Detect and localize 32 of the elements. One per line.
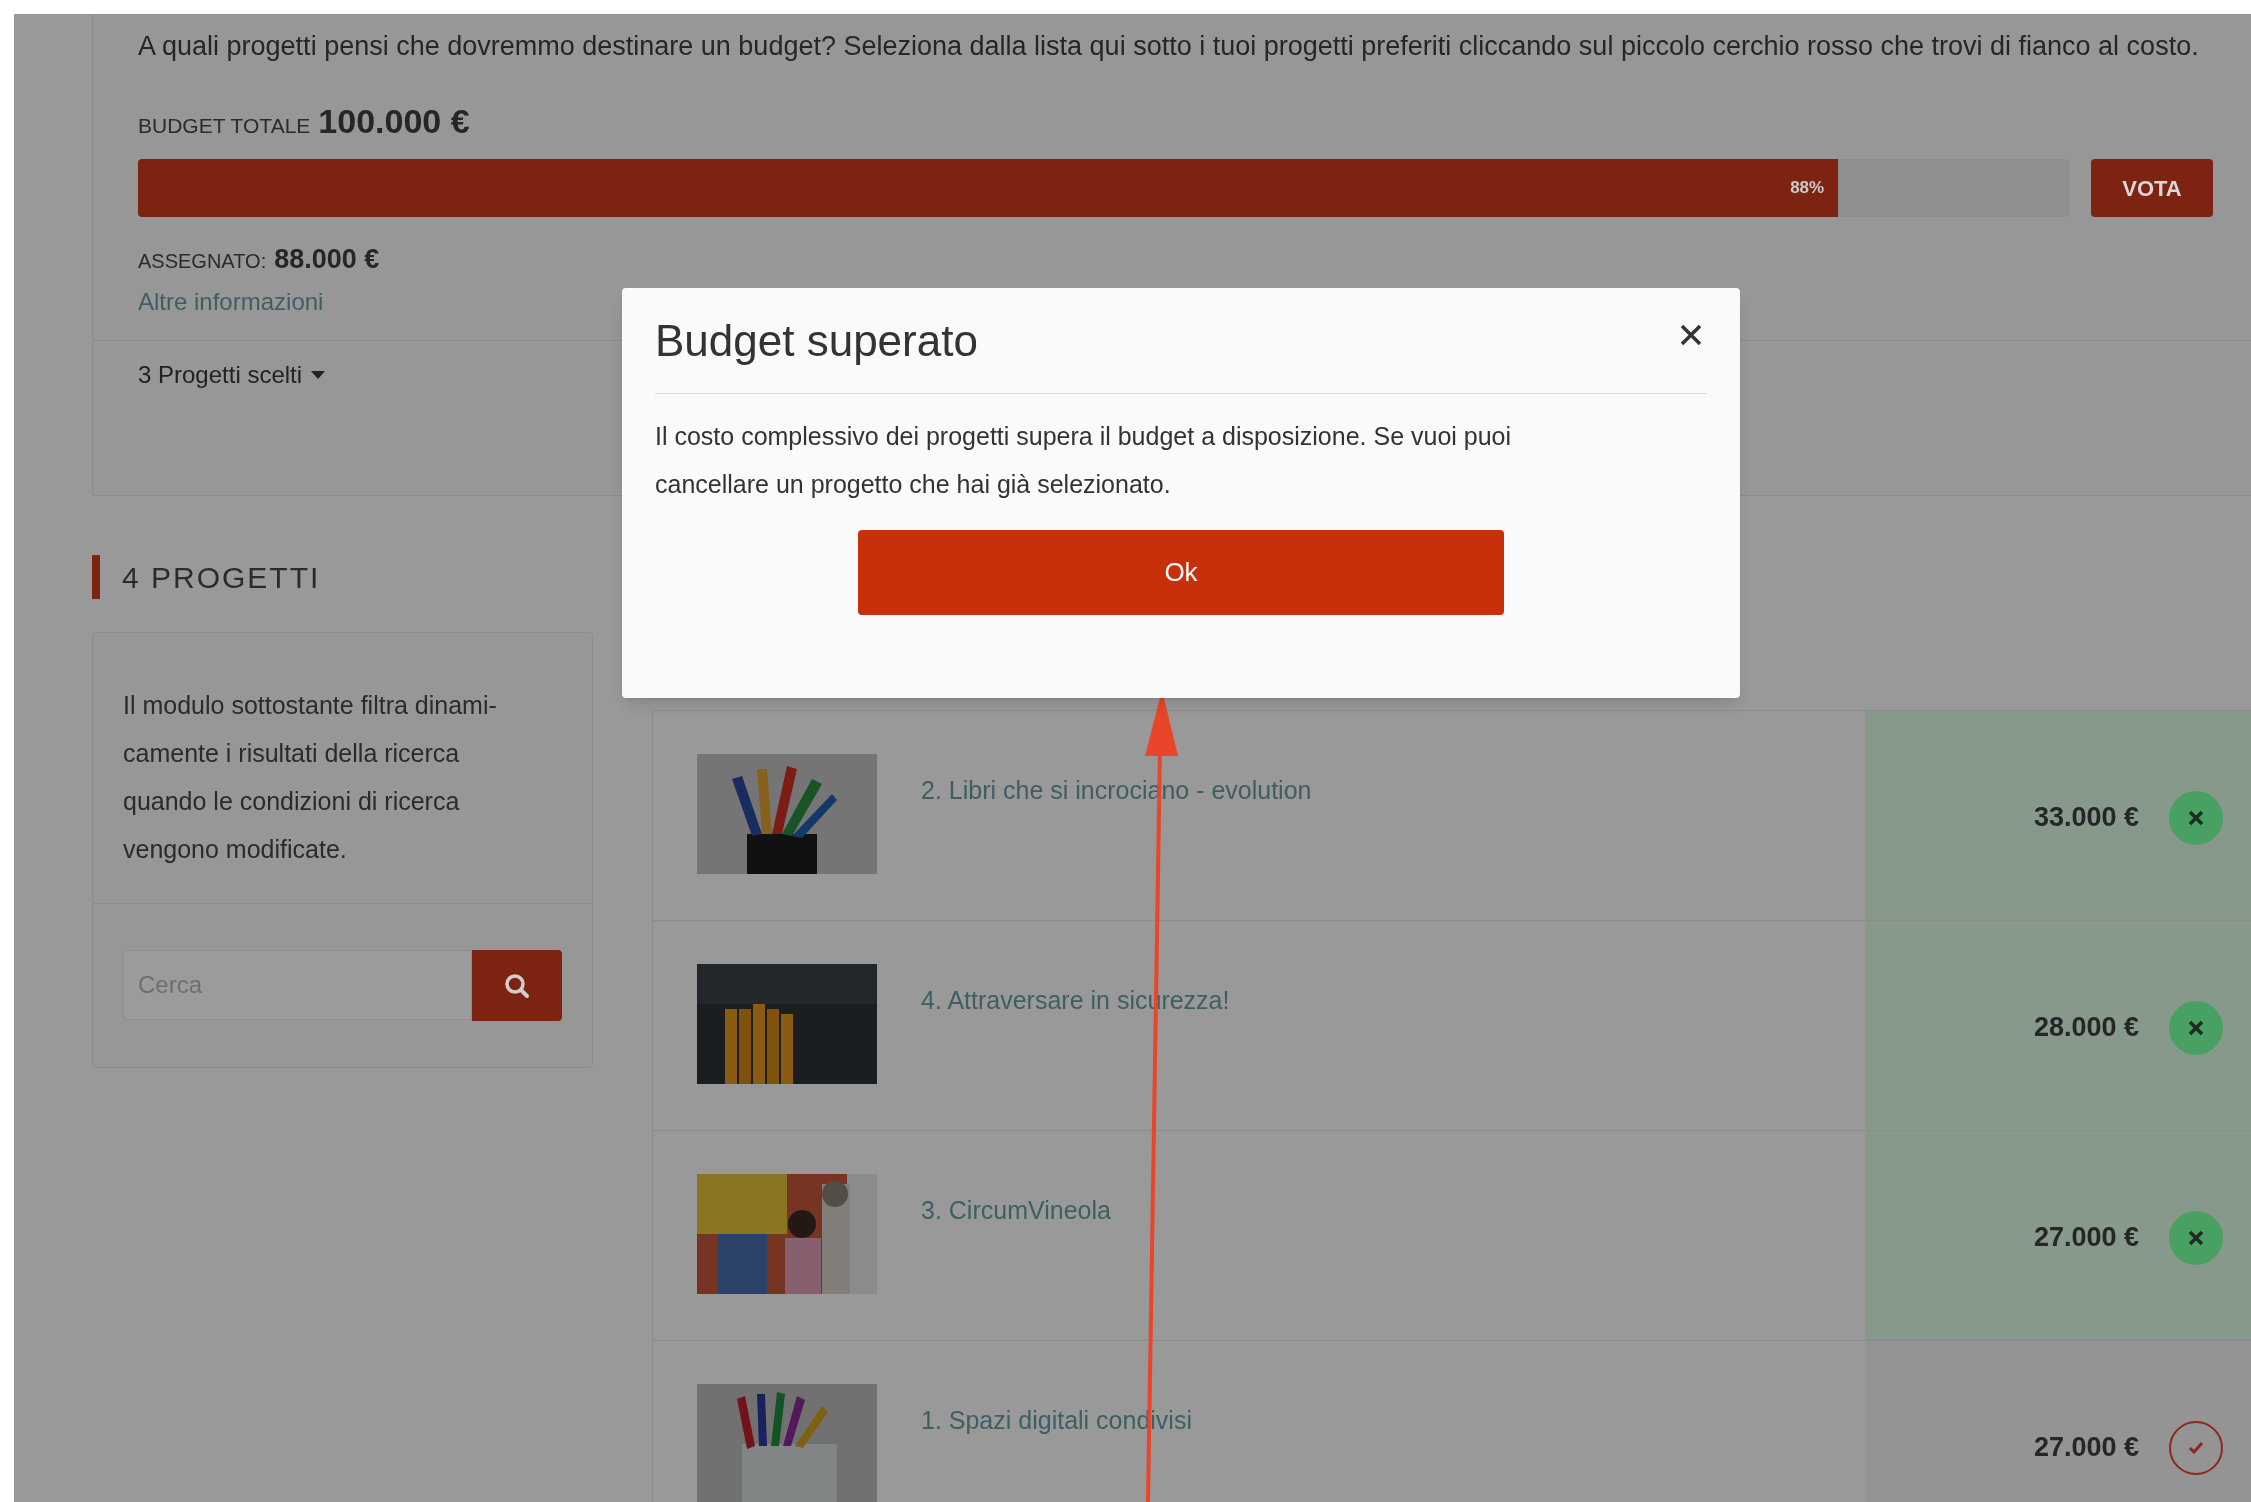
price-text: 27.000 € [2033,1221,2139,1255]
close-icon [1679,322,1703,347]
chosen-projects-dropdown[interactable]: 3 Progetti scelti [138,356,327,393]
project-title-link[interactable]: 3. CircumVineola [921,1192,1111,1230]
caret-icon [310,369,327,380]
dialog-message: Il costo complessivo dei progetti supera il budget a disposizione. Se vuoi puoi cancellare un progetto che hai già selezionato. [655,421,1513,500]
heading-accent-bar [92,555,100,599]
price-text: 33.000 € [2033,801,2139,835]
dialog-title: Budget superato [655,314,978,367]
intro-text: A quali progetti pensi che dovremmo destinare un budget? Seleziona dalla lista qui sotto i tuoi progetti preferiti cliccando sul piccolo cerchio rosso che trovi di fianco al costo. [138,30,2200,63]
price-text: 28.000 € [2033,1011,2139,1045]
budget-amount: 100.000 € [318,101,470,142]
search-icon [503,971,532,1000]
vote-button[interactable]: VOTA [2091,159,2213,217]
section-title: 4 PROGETTI [122,559,321,596]
price-text: 27.000 € [2033,1431,2139,1465]
ok-button[interactable]: Ok [858,530,1504,615]
close-icon [2188,1229,2204,1246]
more-info-link[interactable]: Altre informazioni [138,283,324,320]
filter-description: Il modulo sottostante filtra dinami-camente i risultati della ricerca quando le condizioni di ricerca vengono modificate. [122,690,498,865]
select-button[interactable] [2169,1420,2223,1475]
budget-label: BUDGET TOTALE [138,113,311,139]
progress-percent: 88% [1790,177,1825,200]
close-icon [2188,1019,2204,1036]
remove-button[interactable] [2169,790,2223,845]
assigned-amount: 88.000 € [274,243,380,276]
remove-button[interactable] [2169,1000,2223,1055]
search-button[interactable] [472,950,562,1021]
close-icon [2188,809,2204,826]
remove-button[interactable] [2169,1210,2223,1265]
check-icon [2188,1440,2204,1455]
assigned-label: ASSEGNATO: [138,249,267,274]
